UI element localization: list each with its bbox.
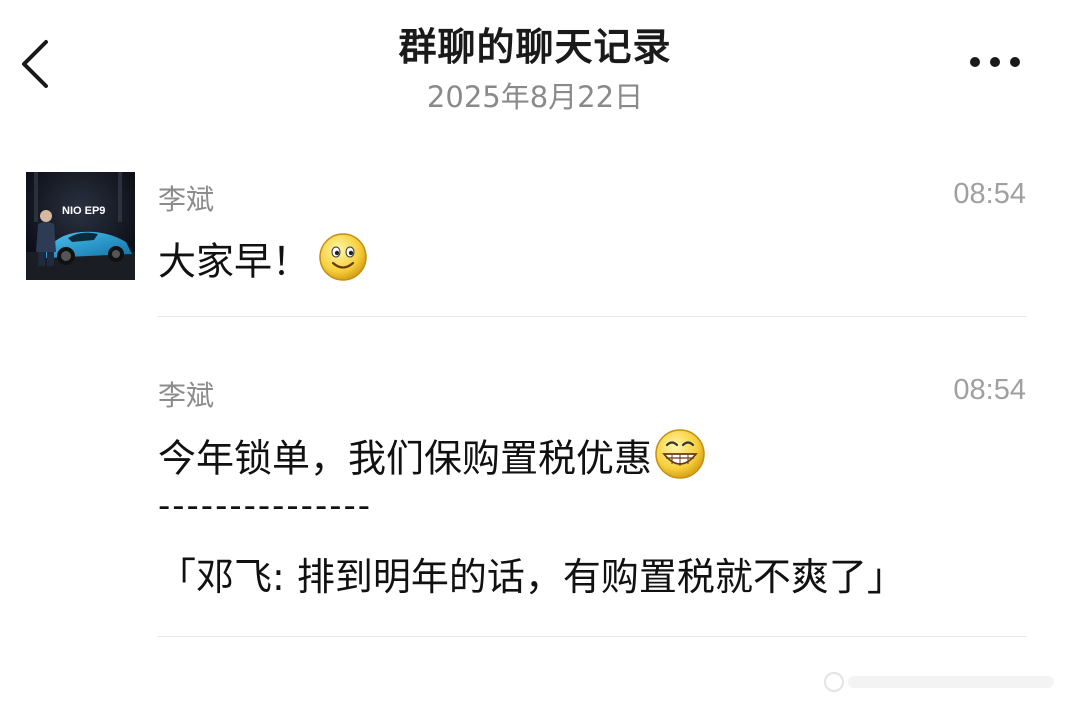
message-item[interactable]: 李斌 08:54 今年锁单，我们保购置税优惠 --------------- 「… bbox=[158, 374, 1026, 614]
watermark bbox=[822, 668, 1062, 696]
message-divider bbox=[158, 316, 1026, 317]
svg-text:NIO EP9: NIO EP9 bbox=[62, 205, 105, 217]
message-divider bbox=[158, 636, 1026, 637]
sender-name: 李斌 bbox=[158, 379, 215, 412]
avatar[interactable]: NIO EP9 bbox=[26, 172, 135, 280]
quote-separator: --------------- bbox=[158, 486, 373, 526]
message-item[interactable]: 李斌 08:54 大家早！ bbox=[158, 178, 1026, 288]
chat-date: 2025年8月22日 bbox=[426, 80, 644, 114]
message-time: 08:54 bbox=[953, 374, 1026, 406]
message-time: 08:54 bbox=[953, 178, 1026, 210]
more-horizontal-icon bbox=[1010, 57, 1020, 67]
quoted-message[interactable]: 「邓飞: 排到明年的话，有购置税就不爽了」 bbox=[158, 558, 905, 596]
message-text: 大家早！ bbox=[158, 233, 368, 292]
sender-name: 李斌 bbox=[158, 183, 215, 216]
user-avatar-car: NIO EP9 bbox=[26, 172, 135, 280]
more-horizontal-icon bbox=[990, 57, 1000, 67]
message-body: 大家早！ bbox=[158, 239, 311, 284]
more-horizontal-icon bbox=[970, 57, 980, 67]
page-title: 群聊的聊天记录 bbox=[398, 25, 672, 69]
more-options-button[interactable] bbox=[962, 48, 1028, 78]
smile-emoji-icon bbox=[318, 232, 368, 288]
grin-emoji-icon bbox=[654, 428, 706, 486]
chat-header: 群聊的聊天记录 2025年8月22日 bbox=[0, 0, 1070, 130]
message-body: 今年锁单，我们保购置税优惠 bbox=[158, 436, 653, 481]
message-text: 今年锁单，我们保购置税优惠 bbox=[158, 429, 706, 490]
